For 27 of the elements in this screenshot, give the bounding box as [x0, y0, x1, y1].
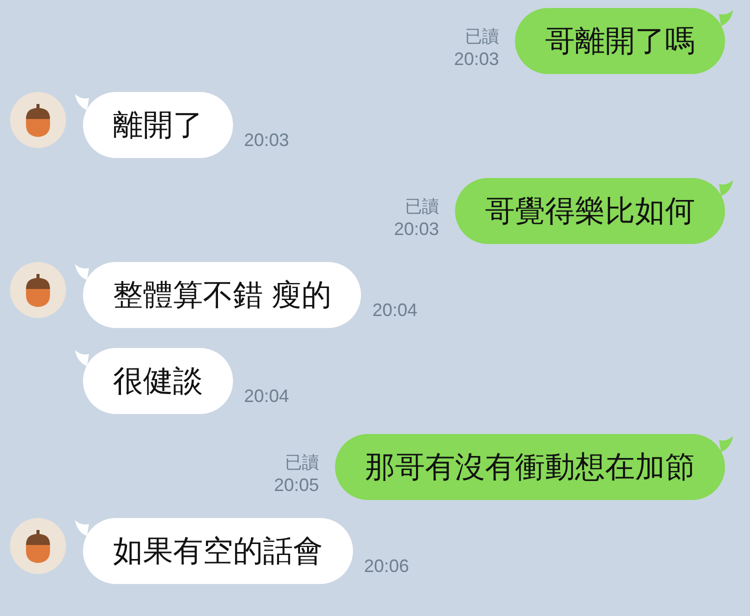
read-receipt: 已讀 — [285, 452, 319, 474]
bubble-tail — [75, 94, 89, 110]
bubble-tail — [719, 180, 733, 196]
message-bubble: 很健談 — [83, 348, 233, 414]
message-time: 20:03 — [244, 130, 290, 150]
message-time: 20:03 — [454, 48, 499, 70]
bubble-tail — [719, 10, 733, 26]
read-receipt: 已讀 — [405, 196, 439, 218]
bubble-tail — [75, 350, 89, 366]
read-receipt: 已讀 — [465, 26, 499, 48]
message-bubble: 哥離開了嗎 — [515, 8, 725, 74]
bubble-tail — [75, 520, 89, 536]
bubble-tail — [75, 264, 89, 280]
bubble-tail — [719, 436, 733, 452]
message-time: 20:04 — [372, 300, 418, 320]
message-bubble: 整體算不錯 瘦的 — [83, 262, 362, 328]
acorn-avatar-icon[interactable] — [10, 262, 66, 318]
acorn-avatar-icon[interactable] — [10, 518, 66, 574]
message-time: 20:04 — [244, 386, 290, 406]
acorn-avatar-icon[interactable] — [10, 92, 66, 148]
message-bubble: 哥覺得樂比如何 — [455, 178, 725, 244]
message-bubble: 那哥有沒有衝動想在加節 — [335, 434, 725, 500]
message-time: 20:05 — [274, 474, 319, 496]
message-bubble: 如果有空的話會 — [83, 518, 353, 584]
message-bubble: 離開了 — [83, 92, 233, 158]
message-time: 20:06 — [364, 556, 410, 576]
message-time: 20:03 — [394, 218, 439, 240]
